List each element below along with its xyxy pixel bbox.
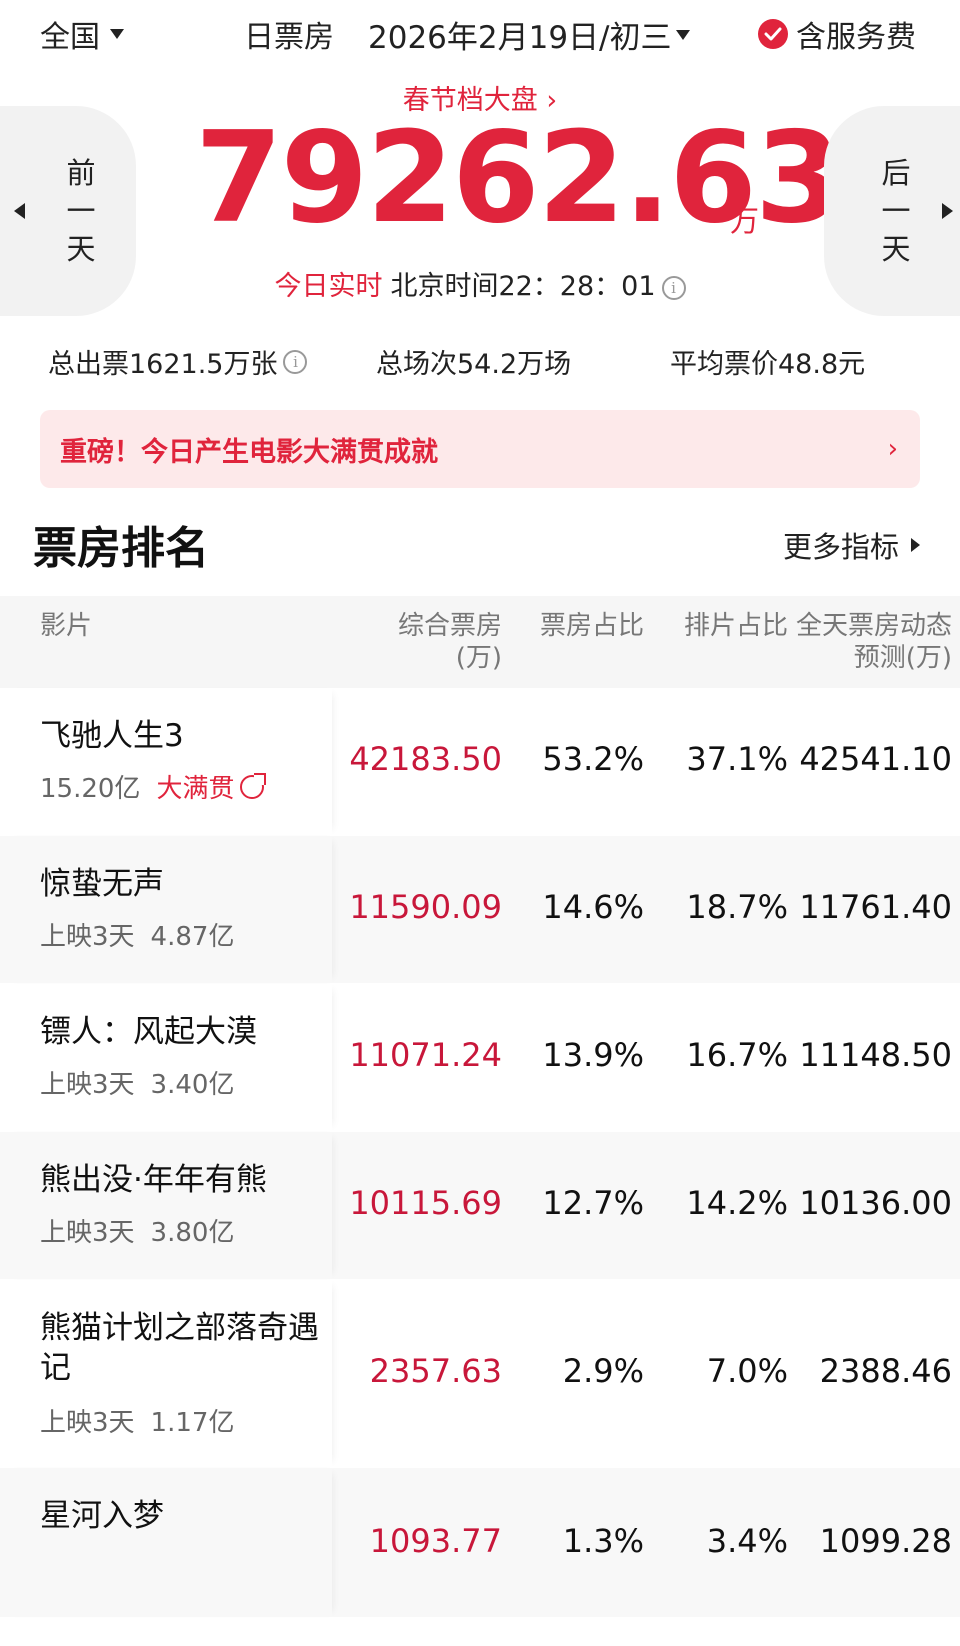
cell-box-share: 2.9% — [562, 1352, 644, 1390]
stat-tickets-label: 总出票1621.5万张 — [48, 349, 278, 380]
film-days: 上映3天 — [40, 1218, 135, 1248]
cell-box-office: 10115.69 — [349, 1184, 502, 1222]
table-row[interactable]: 惊蛰无声 上映3天 4.87亿 11590.09 14.6% 18.7% 117… — [0, 836, 960, 984]
cell-box-share: 1.3% — [562, 1522, 644, 1560]
check-circle-icon — [758, 19, 788, 49]
realtime-label: 今日实时 — [274, 271, 383, 302]
next-day-label: 后一天 — [881, 156, 911, 266]
region-label: 全国 — [40, 20, 100, 55]
prev-day-label: 前一天 — [66, 156, 96, 266]
cell-box-share: 12.7% — [542, 1184, 644, 1222]
cell-box-office: 1093.77 — [369, 1522, 502, 1560]
col-box-share[interactable]: 票房占比 — [514, 610, 644, 642]
cell-box-share: 14.6% — [542, 888, 644, 926]
cell-box-office: 42183.50 — [349, 740, 502, 778]
date-selector[interactable]: 2026年2月19日/初三 — [368, 12, 690, 57]
cell-forecast: 2388.46 — [819, 1352, 952, 1390]
cell-schedule-share: 18.7% — [686, 888, 788, 926]
col-schedule-share[interactable]: 排片占比 — [658, 610, 788, 642]
ranking-table-header: 影片 综合票房(万) 票房占比 排片占比 全天票房动态预测(万) — [0, 596, 960, 688]
cell-box-share: 13.9% — [542, 1036, 644, 1074]
top-bar: 全国 日票房 2026年2月19日/初三 含服务费 — [0, 0, 960, 66]
cell-box-office: 11071.24 — [349, 1036, 502, 1074]
cell-schedule-share: 16.7% — [686, 1036, 788, 1074]
film-title: 熊猫计划之部落奇遇记 — [40, 1310, 319, 1386]
info-icon[interactable]: i — [661, 276, 686, 300]
caret-down-icon — [110, 29, 124, 39]
more-metrics-label: 更多指标 — [782, 530, 899, 564]
date-label: 2026年2月19日/初三 — [368, 20, 672, 56]
cell-forecast: 10136.00 — [799, 1184, 952, 1222]
cell-box-share: 53.2% — [542, 740, 644, 778]
film-cell — [0, 836, 332, 983]
ranking-title: 票房排名 — [33, 523, 209, 574]
grand-slam-link[interactable]: 大满贯 — [156, 768, 267, 805]
box-office-unit: 万 — [730, 204, 760, 238]
chevron-right-icon: › — [887, 434, 898, 464]
stat-shows: 总场次54.2万场 — [376, 349, 572, 380]
cell-schedule-share: 3.4% — [706, 1522, 788, 1560]
triangle-right-icon — [942, 203, 953, 219]
col-box-office[interactable]: 综合票房(万) — [352, 610, 502, 674]
film-cell — [0, 1132, 332, 1279]
box-office-hero: 春节档大盘 › 前一天 79262.63 万 后一天 今日实时 北京时间22：28… — [0, 70, 960, 320]
col-film: 影片 — [40, 611, 93, 641]
info-icon[interactable]: i — [283, 349, 308, 374]
cell-box-office: 11590.09 — [349, 888, 502, 926]
film-title: 星河入梦 — [40, 1498, 164, 1534]
region-selector[interactable]: 全国 — [40, 12, 124, 56]
stat-avg-price: 平均票价48.8元 — [670, 349, 866, 380]
service-fee-label: 含服务费 — [796, 20, 916, 55]
film-cell — [0, 688, 332, 835]
table-row[interactable]: 星河入梦 1093.77 1.3% 3.4% 1099.28 — [0, 1468, 960, 1618]
film-total: 1.17亿 — [150, 1408, 235, 1438]
film-days: 上映3天 — [40, 1070, 135, 1100]
realtime-line: 今日实时 北京时间22：28：01 i — [0, 264, 960, 303]
film-days: 上映3天 — [40, 922, 135, 952]
external-link-icon — [240, 772, 267, 799]
table-row[interactable]: 飞驰人生3 15.20亿 大满贯 42183.50 53.2% 37.1% 42… — [0, 688, 960, 836]
film-sub: 15.20亿 大满贯 — [40, 768, 267, 805]
triangle-left-icon — [14, 203, 25, 219]
cell-box-office: 2357.63 — [369, 1352, 502, 1390]
triangle-right-icon — [911, 538, 920, 552]
film-title: 镖人：风起大漠 — [40, 1014, 257, 1050]
cell-forecast: 11148.50 — [799, 1036, 952, 1074]
film-total: 3.80亿 — [150, 1218, 235, 1248]
film-sub: 上映3天 4.87亿 — [40, 916, 234, 953]
film-total: 3.40亿 — [150, 1070, 235, 1100]
cell-schedule-share: 37.1% — [686, 740, 788, 778]
cell-schedule-share: 14.2% — [686, 1184, 788, 1222]
stat-tickets: 总出票1621.5万张 i — [48, 342, 308, 381]
stats-row: 总出票1621.5万张 i 总场次54.2万场 平均票价48.8元 — [0, 336, 960, 386]
grand-slam-banner[interactable]: 重磅！今日产生电影大满贯成就 › — [40, 410, 920, 488]
film-total: 15.20亿 — [40, 774, 141, 804]
mode-label[interactable]: 日票房 — [244, 12, 334, 56]
beijing-time: 北京时间22：28：01 — [390, 271, 656, 302]
col-forecast[interactable]: 全天票房动态预测(万) — [792, 610, 952, 674]
cell-forecast: 42541.10 — [799, 740, 952, 778]
banner-text: 重磅！今日产生电影大满贯成就 — [60, 436, 438, 468]
film-days: 上映3天 — [40, 1408, 135, 1438]
film-title: 熊出没·年年有熊 — [40, 1162, 267, 1198]
grand-slam-label: 大满贯 — [156, 774, 235, 804]
film-total: 4.87亿 — [150, 922, 235, 952]
film-sub: 上映3天 1.17亿 — [40, 1402, 234, 1439]
film-sub: 上映3天 3.80亿 — [40, 1212, 234, 1249]
more-metrics-button[interactable]: 更多指标 — [783, 524, 920, 566]
service-fee-toggle[interactable]: 含服务费 — [758, 12, 916, 56]
cell-forecast: 11761.40 — [799, 888, 952, 926]
film-title: 飞驰人生3 — [40, 718, 184, 754]
film-cell — [0, 1468, 332, 1617]
film-title: 惊蛰无声 — [40, 866, 164, 902]
cell-schedule-share: 7.0% — [706, 1352, 788, 1390]
caret-down-icon — [675, 29, 690, 40]
cell-forecast: 1099.28 — [819, 1522, 952, 1560]
table-row[interactable]: 熊出没·年年有熊 上映3天 3.80亿 10115.69 12.7% 14.2%… — [0, 1132, 960, 1280]
film-sub: 上映3天 3.40亿 — [40, 1064, 234, 1101]
table-row[interactable]: 镖人：风起大漠 上映3天 3.40亿 11071.24 13.9% 16.7% … — [0, 984, 960, 1132]
ranking-table: 飞驰人生3 15.20亿 大满贯 42183.50 53.2% 37.1% 42… — [0, 688, 960, 1618]
table-row[interactable]: 熊猫计划之部落奇遇记 上映3天 1.17亿 2357.63 2.9% 7.0% … — [0, 1280, 960, 1468]
film-cell — [0, 984, 332, 1131]
